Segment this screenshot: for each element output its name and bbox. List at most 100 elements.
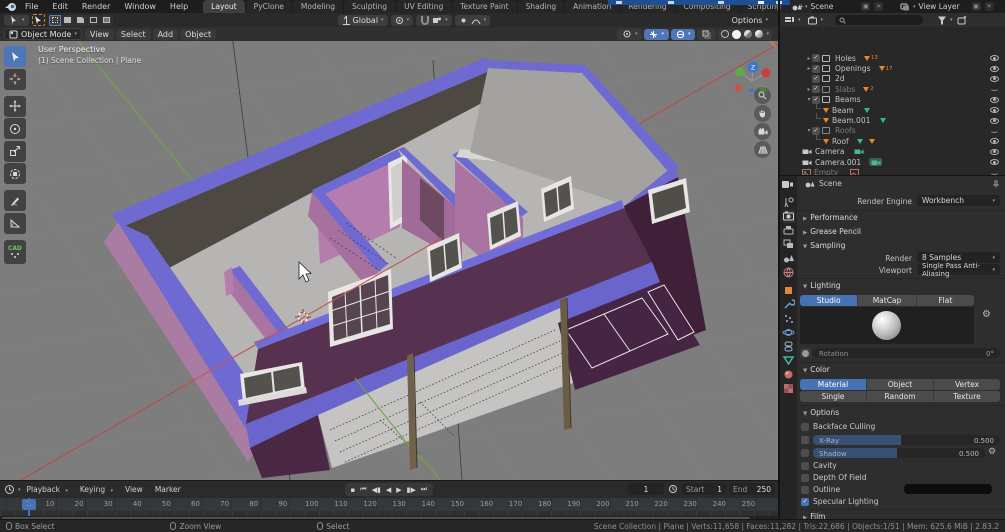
jump-to-keyframe-icon[interactable]: ▪ bbox=[348, 486, 358, 494]
tab-modeling[interactable]: Modeling bbox=[292, 0, 344, 13]
studio-light-preview[interactable] bbox=[800, 307, 974, 344]
panel-grease-pencil[interactable]: ▶ Grease Pencil ⠿ bbox=[803, 227, 861, 236]
axis-x-ball[interactable] bbox=[761, 68, 771, 78]
new-scene-button[interactable]: ▣ bbox=[861, 2, 871, 11]
scene-selector[interactable]: ▾ Scene ▣ ✕ bbox=[792, 1, 884, 12]
start-frame-field[interactable]: Start 1 bbox=[682, 483, 726, 495]
tab-physics[interactable] bbox=[782, 326, 795, 339]
panel-color[interactable]: ▼ Color ⠿ bbox=[803, 365, 830, 374]
color-texture[interactable]: Texture bbox=[934, 391, 1000, 402]
axis-y-ball[interactable] bbox=[735, 67, 745, 77]
active-tool-button[interactable]: ▾ bbox=[4, 14, 29, 26]
visibility-eye-icon[interactable] bbox=[990, 65, 999, 72]
new-view-layer-button[interactable]: ▣ bbox=[971, 2, 981, 11]
color-single[interactable]: Single bbox=[800, 391, 867, 402]
shading-rendered-icon[interactable] bbox=[755, 30, 764, 38]
next-keyframe-icon[interactable]: ▮▶ bbox=[404, 486, 418, 494]
add-menu[interactable]: Add bbox=[152, 28, 179, 40]
checkbox-icon[interactable]: ✓ bbox=[812, 74, 820, 83]
camera-view-button[interactable] bbox=[754, 123, 771, 140]
editor-type-properties-icon[interactable] bbox=[781, 180, 796, 191]
snap-buttons[interactable]: ▾ bbox=[416, 14, 452, 26]
backface-checkbox[interactable] bbox=[801, 423, 809, 431]
tool-rotate[interactable] bbox=[4, 118, 26, 139]
studiolight-sphere-button[interactable] bbox=[800, 348, 811, 358]
cavity-checkbox[interactable] bbox=[801, 462, 809, 470]
editor-type-icon[interactable] bbox=[784, 15, 795, 26]
timeline-editor-icon[interactable] bbox=[4, 484, 15, 495]
menu-edit[interactable]: Edit bbox=[45, 2, 75, 11]
tab-texture[interactable] bbox=[782, 382, 795, 395]
checkbox-icon[interactable]: ✓ bbox=[812, 54, 820, 63]
view-layer-selector[interactable]: ▾ View Layer ▣ ✕ bbox=[900, 1, 994, 12]
end-frame-field[interactable]: End 250 bbox=[729, 483, 775, 495]
visibility-eye-icon[interactable] bbox=[990, 107, 999, 114]
outliner-row-slabs[interactable]: ▸ ✓ Slabs 2 bbox=[780, 84, 1005, 94]
new-collection-button[interactable] bbox=[957, 15, 968, 26]
tool-select-box[interactable] bbox=[4, 46, 26, 67]
panel-options[interactable]: ▼ Options ⠿ bbox=[803, 408, 839, 417]
visibility-eye-icon[interactable] bbox=[990, 117, 999, 124]
outliner-row-holes[interactable]: ▸ ✓ Holes 13 bbox=[780, 53, 1005, 63]
tab-sculpting[interactable]: Sculpting bbox=[344, 0, 396, 13]
panel-sampling[interactable]: ▼ Sampling ⠿ bbox=[803, 241, 845, 250]
visibility-eye-closed-icon[interactable] bbox=[990, 86, 999, 92]
object-menu[interactable]: Object bbox=[180, 28, 217, 40]
menu-window[interactable]: Window bbox=[117, 2, 163, 11]
shading-material-icon[interactable] bbox=[744, 30, 753, 38]
jump-start-icon[interactable]: ⏮ bbox=[358, 485, 369, 494]
mode-dropdown[interactable]: Object Mode ▾ bbox=[4, 28, 82, 40]
current-frame-field[interactable]: 1 bbox=[628, 483, 664, 495]
outliner-row-beams[interactable]: ▾ ✓ Beams bbox=[780, 95, 1005, 105]
tab-material[interactable] bbox=[782, 368, 795, 381]
panel-lighting[interactable]: ▼ Lighting ⠿ bbox=[803, 281, 841, 290]
select-mode-buttons[interactable] bbox=[48, 14, 113, 26]
filter-icon[interactable] bbox=[937, 15, 947, 26]
tool-cursor[interactable] bbox=[4, 68, 26, 90]
tool-select-box-active[interactable] bbox=[31, 14, 45, 26]
tool-measure[interactable] bbox=[4, 212, 26, 234]
outliner-search-input[interactable] bbox=[835, 15, 924, 25]
shading-solid-icon[interactable] bbox=[732, 29, 742, 39]
house-model[interactable] bbox=[104, 57, 706, 478]
shadow-checkbox[interactable] bbox=[801, 449, 809, 457]
tab-shading[interactable]: Shading bbox=[517, 0, 565, 13]
tab-view-layer[interactable] bbox=[782, 238, 795, 251]
sampling-viewport-dropdown[interactable]: Single Pass Anti-Aliasing ▾ bbox=[917, 262, 1000, 278]
viewport-3d[interactable]: Object Mode ▾ View Select Add Object ▾ ▾… bbox=[0, 27, 778, 480]
visibility-eye-icon[interactable] bbox=[990, 55, 999, 62]
shading-wireframe-icon[interactable] bbox=[721, 30, 730, 38]
visibility-eye-icon[interactable] bbox=[990, 148, 999, 155]
lighting-tab-studio[interactable]: Studio bbox=[800, 295, 859, 306]
collection-icon[interactable] bbox=[807, 15, 818, 26]
outliner-row-beam001[interactable]: Beam.001 bbox=[780, 113, 1005, 125]
rotation-slider[interactable]: Rotation 0° bbox=[813, 348, 1000, 358]
play-reverse-icon[interactable]: ◀ bbox=[383, 486, 393, 494]
panel-performance[interactable]: ▶ Performance ⠿ bbox=[803, 213, 858, 222]
tab-scene[interactable] bbox=[782, 252, 795, 265]
outliner-row-beam[interactable]: Beam bbox=[780, 103, 1005, 115]
pan-button[interactable] bbox=[754, 105, 771, 122]
outliner-row-camera[interactable]: Camera bbox=[780, 147, 1005, 157]
tool-cad[interactable]: CAD bbox=[4, 239, 26, 264]
color-object[interactable]: Object bbox=[867, 379, 934, 390]
checkbox-icon[interactable]: ✓ bbox=[812, 85, 820, 94]
xray-checkbox[interactable] bbox=[801, 436, 809, 444]
specular-checkbox[interactable]: ✓ bbox=[801, 498, 809, 506]
region-divider[interactable] bbox=[778, 0, 780, 519]
tab-particles[interactable] bbox=[782, 312, 795, 325]
jump-end-icon[interactable]: ⏭ bbox=[418, 485, 429, 494]
outliner-row-roofs[interactable]: ▾ ✓ Roofs bbox=[780, 126, 1005, 136]
perspective-toggle-button[interactable] bbox=[754, 141, 771, 158]
overlays-dropdown[interactable]: ▾ bbox=[670, 28, 696, 40]
pivot-point-button[interactable]: ▾ bbox=[390, 14, 414, 26]
outliner-row-openings[interactable]: ▸ ✓ Openings 17 bbox=[780, 63, 1005, 73]
prev-keyframe-icon[interactable]: ◀▮ bbox=[369, 486, 383, 494]
delete-scene-button[interactable]: ✕ bbox=[874, 2, 884, 11]
tab-object-data[interactable] bbox=[782, 354, 795, 367]
playback-menu[interactable]: Playback ▾ bbox=[21, 485, 74, 494]
outliner-row-2d[interactable]: ✓ 2d bbox=[780, 74, 1005, 84]
play-icon[interactable]: ▶ bbox=[394, 486, 404, 494]
tab-render[interactable] bbox=[782, 210, 795, 223]
timeline-ruler[interactable]: 1 10203040506070809010011012013014015016… bbox=[0, 498, 778, 511]
